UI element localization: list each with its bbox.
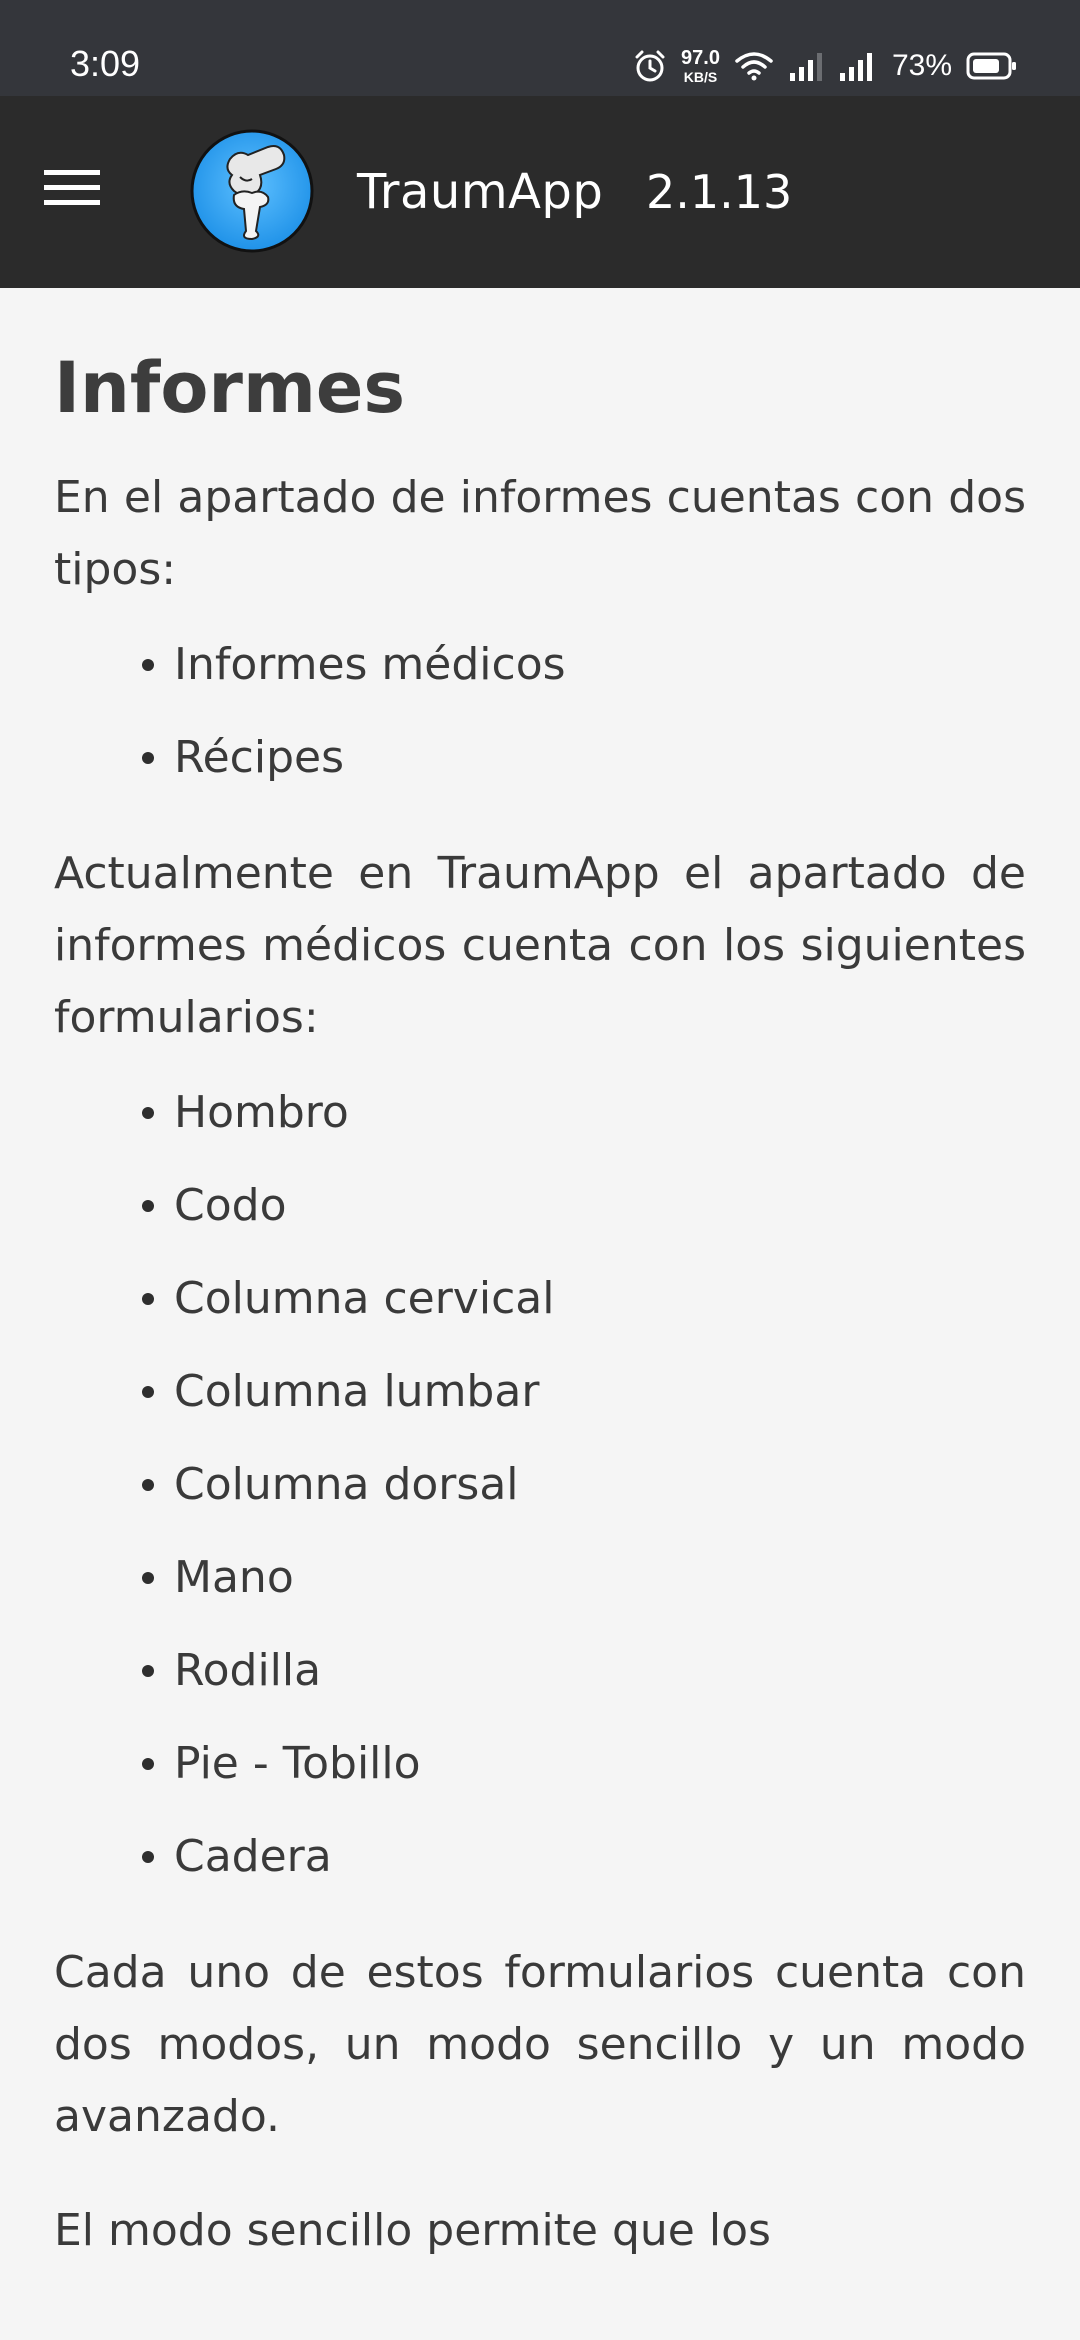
page-title: Informes	[54, 347, 406, 429]
simple-mode-paragraph: El modo sencillo permite que los	[54, 2205, 771, 2256]
app-version: 2.1.13	[646, 165, 793, 219]
list-item: Mano	[142, 1531, 1026, 1624]
status-time: 3:09	[70, 43, 141, 84]
menu-icon	[44, 168, 100, 212]
list-item: Pie - Tobillo	[142, 1717, 1026, 1810]
list-item: Récipes	[142, 711, 1026, 804]
report-types-list: Informes médicos Récipes	[54, 618, 1026, 804]
battery-icon	[966, 51, 1018, 81]
alarm-icon	[633, 49, 667, 83]
status-icons: 97.0 KB/S 73%	[633, 40, 1018, 92]
app-logo	[190, 129, 314, 253]
network-speed-unit: KB/S	[683, 69, 718, 85]
modes-paragraph: Cada uno de estos formularios cuenta con…	[54, 1947, 1026, 2142]
signal-icon	[838, 51, 878, 81]
network-speed: 97.0 KB/S	[681, 48, 720, 84]
list-item: Informes médicos	[142, 618, 1026, 711]
battery-percent: 73%	[891, 49, 952, 82]
forms-list: Hombro Codo Columna cervical Columna lum…	[54, 1066, 1026, 1903]
wifi-icon	[734, 50, 774, 82]
status-bar: 3:09 97.0 KB/S 73%	[0, 0, 1080, 96]
signal-icon	[788, 51, 824, 81]
list-item: Codo	[142, 1159, 1026, 1252]
app-bar: TraumApp 2.1.13	[0, 96, 1080, 288]
list-item: Columna cervical	[142, 1252, 1026, 1345]
list-item: Hombro	[142, 1066, 1026, 1159]
network-speed-value: 97.0	[681, 47, 720, 69]
forms-intro-paragraph: Actualmente en TraumApp el apartado de i…	[54, 848, 1026, 1043]
list-item: Cadera	[142, 1810, 1026, 1903]
menu-button[interactable]	[36, 154, 108, 226]
list-item: Columna dorsal	[142, 1438, 1026, 1531]
content: Informes En el apartado de informes cuen…	[54, 288, 1026, 2267]
list-item: Columna lumbar	[142, 1345, 1026, 1438]
list-item: Rodilla	[142, 1624, 1026, 1717]
app-title: TraumApp	[357, 164, 604, 220]
intro-paragraph: En el apartado de informes cuentas con d…	[54, 472, 1026, 595]
